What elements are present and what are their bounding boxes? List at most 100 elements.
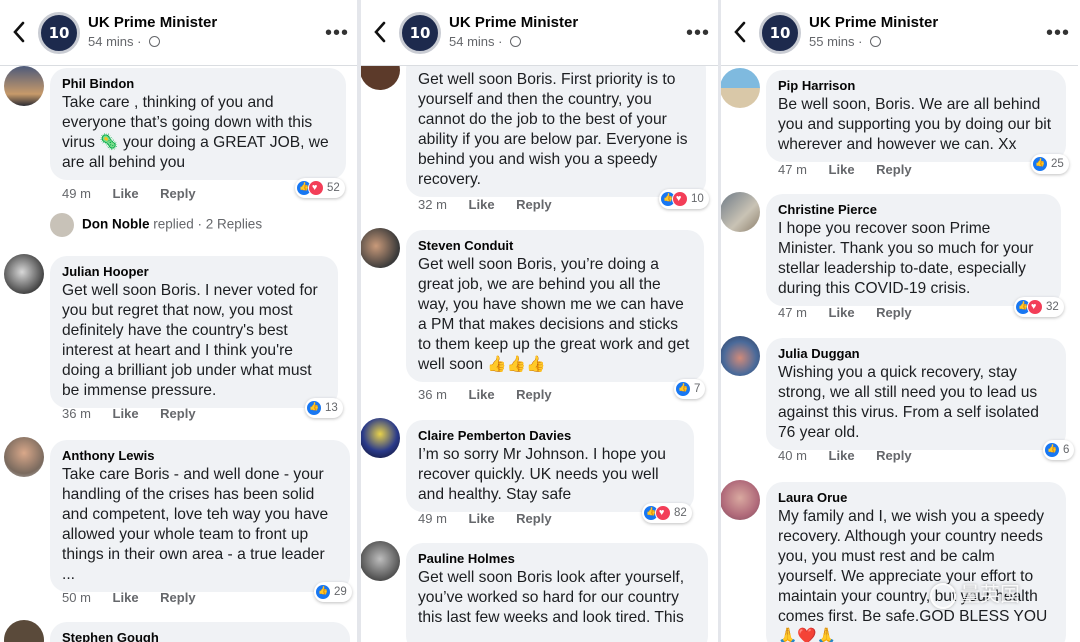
comment-author[interactable]: Claire Pemberton Davies: [418, 427, 682, 445]
globe-icon: [149, 36, 161, 47]
reaction-count[interactable]: 10: [659, 189, 709, 209]
like-link[interactable]: Like: [113, 406, 139, 421]
post-time-text: 55 mins: [809, 34, 855, 49]
avatar[interactable]: [721, 68, 760, 108]
like-reaction-icon: [675, 381, 691, 397]
more-options-icon[interactable]: •••: [1046, 22, 1070, 45]
reaction-count[interactable]: 82: [642, 503, 692, 523]
reaction-number: 52: [327, 182, 340, 194]
page-name[interactable]: UK Prime Minister: [449, 14, 578, 31]
replies-count-text: replied · 2 Replies: [153, 216, 263, 232]
page-name[interactable]: UK Prime Minister: [809, 14, 938, 31]
love-reaction-icon: [308, 180, 324, 196]
comment-author[interactable]: Pauline Holmes: [418, 550, 696, 568]
back-arrow-icon[interactable]: [371, 20, 389, 44]
page-logo-avatar[interactable]: [399, 12, 441, 54]
comment-bubble: Get well soon Boris. First priority is t…: [406, 52, 706, 197]
comment-author[interactable]: Laura Orue: [778, 489, 1054, 507]
like-link[interactable]: Like: [469, 387, 495, 402]
like-reaction-icon: [1032, 156, 1048, 172]
comment-time: 49 m: [62, 186, 91, 201]
comment-author[interactable]: Anthony Lewis: [62, 447, 338, 465]
like-link[interactable]: Like: [829, 448, 855, 463]
like-link[interactable]: Like: [829, 305, 855, 320]
like-link[interactable]: Like: [469, 511, 495, 526]
avatar[interactable]: [4, 437, 44, 477]
like-reaction-icon: [315, 584, 331, 600]
reaction-count[interactable]: 52: [295, 178, 345, 198]
reply-link[interactable]: Reply: [876, 305, 911, 320]
comment-author[interactable]: Stephen Gough: [62, 629, 338, 642]
comment-bubble: Anthony Lewis Take care Boris - and well…: [50, 440, 350, 592]
reaction-count[interactable]: 29: [314, 582, 352, 602]
comment-bubble: Pip Harrison Be well soon, Boris. We are…: [766, 70, 1066, 162]
comment-text: Take care , thinking of you and everyone…: [62, 94, 329, 171]
comment-bubble: Julia Duggan Wishing you a quick recover…: [766, 338, 1066, 450]
reply-link[interactable]: Reply: [516, 511, 551, 526]
comment-meta: 32 m Like Reply: [418, 197, 570, 212]
comment-author[interactable]: Pip Harrison: [778, 77, 1054, 95]
page-logo-avatar[interactable]: [38, 12, 80, 54]
reply-link[interactable]: Reply: [516, 387, 551, 402]
avatar: [50, 213, 74, 237]
reaction-count[interactable]: 32: [1014, 297, 1064, 317]
reaction-count[interactable]: 13: [305, 398, 343, 418]
reaction-number: 6: [1063, 444, 1070, 456]
comment-author[interactable]: Christine Pierce: [778, 201, 1049, 219]
comment-text: Be well soon, Boris. We are all behind y…: [778, 96, 1052, 153]
watermark-text: 量英国: [960, 584, 1020, 606]
avatar[interactable]: [721, 336, 760, 376]
comment-meta: 40 m Like Reply: [778, 448, 930, 463]
comment-meta: 36 m Like Reply: [418, 387, 570, 402]
avatar[interactable]: [4, 66, 44, 106]
reply-link[interactable]: Reply: [160, 590, 195, 605]
like-reaction-icon: [306, 400, 322, 416]
comment-author[interactable]: Julian Hooper: [62, 263, 326, 281]
reply-link[interactable]: Reply: [160, 406, 195, 421]
comment-bubble: Steven Conduit Get well soon Boris, you’…: [406, 230, 704, 382]
reaction-count[interactable]: 7: [674, 379, 706, 399]
comment-text: Get well soon Boris. First priority is t…: [418, 71, 688, 188]
avatar[interactable]: [721, 192, 760, 232]
avatar[interactable]: [4, 620, 44, 642]
post-time-text: 54 mins: [88, 34, 134, 49]
like-link[interactable]: Like: [113, 590, 139, 605]
reply-link[interactable]: Reply: [876, 162, 911, 177]
reaction-count[interactable]: 6: [1043, 440, 1075, 460]
avatar[interactable]: [361, 418, 400, 458]
globe-icon: [510, 36, 522, 47]
avatar[interactable]: [361, 228, 400, 268]
back-arrow-icon[interactable]: [731, 20, 749, 44]
watermark-logo: 量英国: [930, 578, 1020, 609]
like-link[interactable]: Like: [829, 162, 855, 177]
like-link[interactable]: Like: [113, 186, 139, 201]
comments-panel-2: UK Prime Minister 54 mins · ••• Get well…: [361, 0, 718, 642]
page-name[interactable]: UK Prime Minister: [88, 14, 217, 31]
comment-time: 36 m: [418, 387, 447, 402]
comment-author[interactable]: Julia Duggan: [778, 345, 1054, 363]
comment-text: Get well soon Boris, you’re doing a grea…: [418, 256, 690, 373]
avatar[interactable]: [721, 480, 760, 520]
post-time: 54 mins ·: [88, 34, 161, 49]
comment-time: 40 m: [778, 448, 807, 463]
more-options-icon[interactable]: •••: [325, 22, 349, 45]
reply-link[interactable]: Reply: [876, 448, 911, 463]
page-logo-avatar[interactable]: [759, 12, 801, 54]
reply-link[interactable]: Reply: [160, 186, 195, 201]
avatar[interactable]: [361, 541, 400, 581]
avatar[interactable]: [4, 254, 44, 294]
comment-time: 47 m: [778, 305, 807, 320]
love-reaction-icon: [1027, 299, 1043, 315]
comment-text: My family and I, we wish you a speedy re…: [778, 508, 1048, 642]
back-arrow-icon[interactable]: [10, 20, 28, 44]
comment-author[interactable]: Phil Bindon: [62, 75, 334, 93]
reaction-number: 13: [325, 402, 338, 414]
comment-bubble: Stephen Gough: [50, 622, 350, 642]
comment-bubble: Laura Orue My family and I, we wish you …: [766, 482, 1066, 642]
more-options-icon[interactable]: •••: [686, 22, 710, 45]
like-link[interactable]: Like: [469, 197, 495, 212]
replies-link[interactable]: Don Noble replied · 2 Replies: [50, 213, 262, 237]
reaction-count[interactable]: 25: [1031, 154, 1069, 174]
reply-link[interactable]: Reply: [516, 197, 551, 212]
comment-author[interactable]: Steven Conduit: [418, 237, 692, 255]
